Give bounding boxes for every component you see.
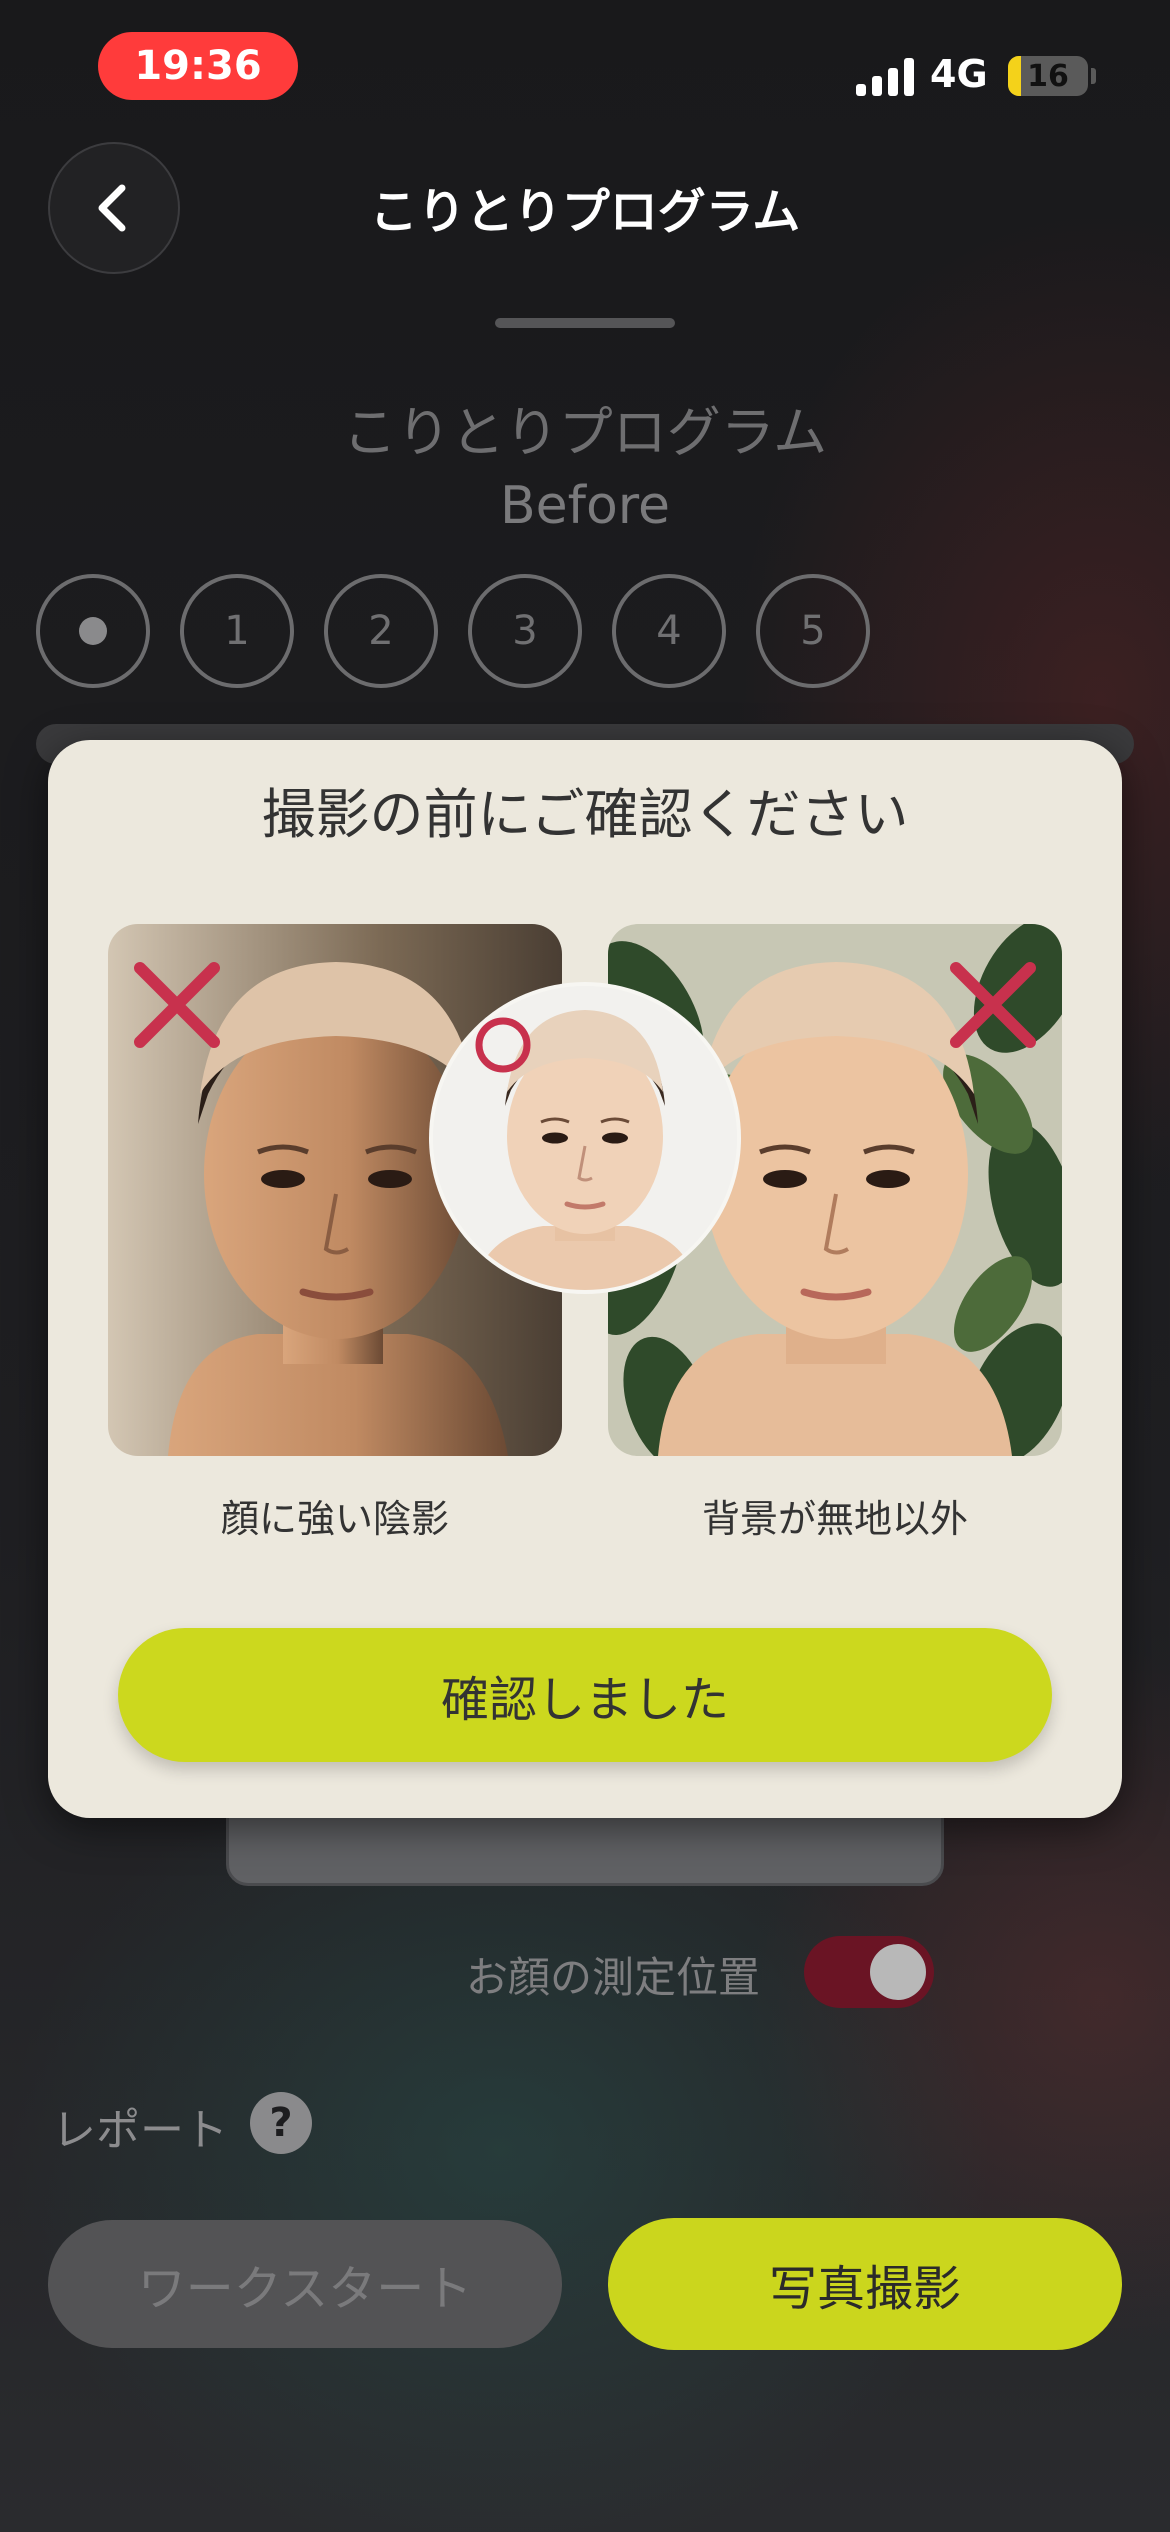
cross-icon xyxy=(950,962,1036,1048)
caption-strong-shadow: 顔に強い陰影 xyxy=(220,1497,449,1541)
take-photo-button[interactable]: 写真撮影 xyxy=(608,2218,1122,2350)
phase-label: Before xyxy=(499,476,670,536)
face-position-label: お顔の測定位置 xyxy=(466,1953,761,2002)
report-label: レポート xyxy=(52,2105,228,2156)
circle-icon xyxy=(475,1017,531,1073)
question-icon[interactable]: ? xyxy=(250,2092,312,2154)
cross-icon xyxy=(134,962,220,1048)
work-start-button[interactable]: ワークスタート xyxy=(48,2220,562,2348)
step-4[interactable]: 4 xyxy=(612,574,726,688)
sheet-handle xyxy=(495,318,675,328)
toggle-knob xyxy=(870,1944,926,2000)
step-indicator: 1 2 3 4 5 xyxy=(36,574,870,688)
current-dot xyxy=(79,617,107,645)
step-current[interactable] xyxy=(36,574,150,688)
step-2[interactable]: 2 xyxy=(324,574,438,688)
step-5[interactable]: 5 xyxy=(756,574,870,688)
program-title: こりとりプログラム xyxy=(342,401,828,464)
step-3[interactable]: 3 xyxy=(468,574,582,688)
caption-busy-background: 背景が無地以外 xyxy=(701,1497,968,1541)
modal-title: 撮影の前にご確認ください xyxy=(261,783,909,846)
photo-guidelines-modal: 撮影の前にご確認ください 顔に強い陰影 背景が無地以外 確認しました xyxy=(48,740,1122,1818)
step-1[interactable]: 1 xyxy=(180,574,294,688)
confirm-button[interactable]: 確認しました xyxy=(118,1628,1052,1762)
face-position-toggle[interactable] xyxy=(804,1936,934,2008)
